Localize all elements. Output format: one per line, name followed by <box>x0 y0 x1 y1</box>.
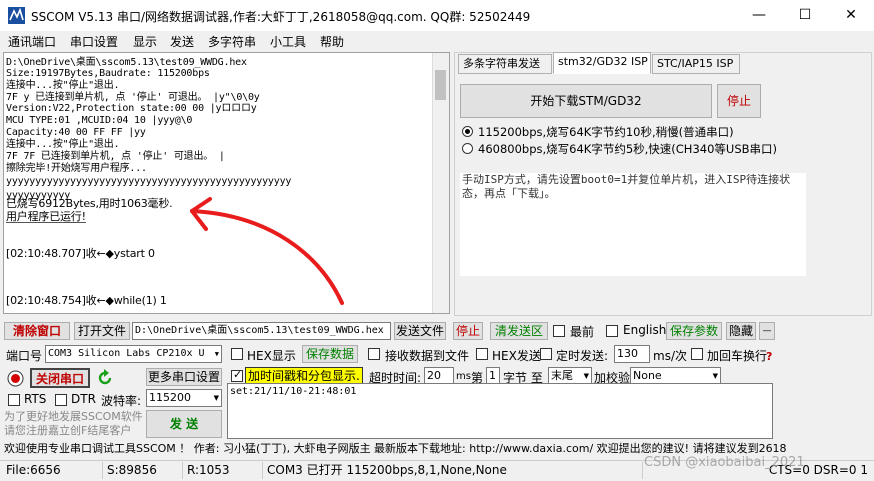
tab-multi-string[interactable]: 多条字符串发送 <box>458 54 552 74</box>
port-status-icon <box>7 370 24 387</box>
english-label: English <box>623 323 667 337</box>
dtr-label: DTR <box>71 392 96 406</box>
open-file-button[interactable]: 打开文件 <box>74 322 130 340</box>
hide-button[interactable]: 隐藏 <box>726 322 756 340</box>
receive-line: yyyyyyyyyyyyyyyyyyyyyyyyyyyyyyyyyyyyyyyy… <box>6 176 292 187</box>
receive-line: 擦除完毕!开始烧写用户程序... <box>6 163 147 174</box>
timed-send-label: 定时发送: <box>556 349 609 363</box>
clear-window-button[interactable]: 清除窗口 <box>4 322 70 340</box>
help-question-icon[interactable]: ? <box>766 350 772 363</box>
isp-hint-text: 手动ISP方式，请先设置boot0=1并复位单片机，进入ISP待连接状态，再点「… <box>460 173 806 276</box>
timestamp-checkbox[interactable] <box>231 368 243 382</box>
menu-multi-string[interactable]: 多字符串 <box>208 33 256 50</box>
send-button[interactable]: 发 送 <box>146 410 222 438</box>
baud-460800-radio[interactable] <box>462 143 473 154</box>
topmost-label: 最前 <box>570 325 595 339</box>
port-label: 端口号 <box>6 349 43 363</box>
start-download-button[interactable]: 开始下载STM/GD32 <box>460 84 712 118</box>
receive-scroll-thumb[interactable] <box>435 70 446 100</box>
receive-line: Capacity:40 00 FF FF |yy <box>6 127 146 138</box>
hex-send-label: HEX发送 <box>492 349 541 363</box>
recv-to-file-label: 接收数据到文件 <box>385 349 470 363</box>
status-port-info: COM3 已打开 115200bps,8,1,None,None <box>262 462 642 479</box>
english-checkbox[interactable] <box>606 325 618 337</box>
menu-tools[interactable]: 小工具 <box>270 33 306 50</box>
minimize-button[interactable]: — <box>736 0 782 31</box>
receive-line: MCU TYPE:01 ,MCUID:04 10 |yyy@\0 <box>6 115 193 126</box>
baud-115200-label: 115200bps,烧写64K字节约10秒,稍慢(普通串口) <box>478 125 734 139</box>
tab-stc-isp[interactable]: STC/IAP15 ISP <box>652 54 740 74</box>
receive-line: D:\OneDrive\桌面\sscom5.13\test09_WWDG.hex <box>6 57 247 68</box>
receive-line: 连接中...按"停止"退出. <box>6 139 120 150</box>
close-button[interactable]: ✕ <box>828 0 874 31</box>
topmost-checkbox[interactable] <box>553 325 565 337</box>
receive-line: Version:V22,Protection state:00 00 |yロロロ… <box>6 103 257 114</box>
save-params-button[interactable]: 保存参数 <box>666 322 722 340</box>
isp-stop-button[interactable]: 停止 <box>717 84 761 118</box>
port-select[interactable]: COM3 Silicon Labs CP210x U <box>45 345 222 363</box>
promo-text[interactable]: 为了更好地发展SSCOM软件 请您注册嘉立创F结尾客户 <box>4 410 143 438</box>
interval-unit: ms/次 <box>653 349 687 363</box>
window-title: SSCOM V5.13 串口/网络数据调试器,作者:大虾丁丁,2618058@q… <box>31 10 531 24</box>
add-newline-label: 加回车换行 <box>707 349 768 363</box>
recv-to-file-checkbox[interactable] <box>368 348 380 360</box>
hex-display-checkbox[interactable] <box>231 348 243 360</box>
maximize-button[interactable]: ☐ <box>782 0 828 31</box>
baud-460800-label: 460800bps,烧写64K字节约5秒,快速(CH340等USB串口) <box>478 142 777 156</box>
receive-line: [02:10:48.707]收←◆ystart 0 <box>6 247 155 260</box>
rts-checkbox[interactable] <box>8 394 20 406</box>
menu-comm-port[interactable]: 通讯端口 <box>8 33 56 50</box>
hex-display-label: HEX显示 <box>247 349 296 363</box>
receive-line: 7F 7F 已连接到单片机, 点 '停止' 可退出。 | <box>6 151 225 162</box>
tab-stm32-isp[interactable]: stm32/GD32 ISP <box>553 52 651 74</box>
timeout-unit: ms <box>456 371 471 382</box>
refresh-icon[interactable] <box>96 369 114 387</box>
menu-bar <box>0 31 874 51</box>
rts-label: RTS <box>24 392 47 406</box>
receive-line: 已烧写6912Bytes,用时1063毫秒. <box>6 197 173 210</box>
menu-help[interactable]: 帮助 <box>320 33 344 50</box>
menu-serial-settings[interactable]: 串口设置 <box>70 33 118 50</box>
receive-line: 连接中...按"停止"退出. <box>6 80 120 91</box>
baud-select[interactable]: 115200 <box>146 389 222 407</box>
send-textarea[interactable]: set:21/11/10-21:48:01 <box>227 383 773 439</box>
app-icon <box>8 7 25 24</box>
receive-line: 7F y 已连接到单片机, 点 '停止' 可退出。 |y"\0\0y <box>6 92 260 103</box>
menu-display[interactable]: 显示 <box>133 33 157 50</box>
interval-input[interactable]: 130 <box>614 345 650 363</box>
stop-send-button[interactable]: 停止 <box>453 322 483 340</box>
dtr-checkbox[interactable] <box>55 394 67 406</box>
send-file-button[interactable]: 发送文件 <box>394 322 446 340</box>
save-data-button[interactable]: 保存数据 <box>302 345 358 363</box>
status-file: File:6656 <box>6 463 61 477</box>
status-recv: R:1053 <box>182 462 262 479</box>
csdn-watermark: CSDN @xiaobaibai_2021 <box>644 455 805 470</box>
red-arrow-annotation <box>190 197 344 305</box>
close-port-button[interactable]: 关闭串口 <box>30 368 90 388</box>
receive-line: Size:19197Bytes,Baudrate: 115200bps <box>6 68 210 79</box>
status-sent: S:89856 <box>102 462 182 479</box>
add-newline-checkbox[interactable] <box>691 348 703 360</box>
baud-label: 波特率: <box>101 394 142 408</box>
clear-send-button[interactable]: 清发送区 <box>490 322 548 340</box>
menu-send[interactable]: 发送 <box>170 33 194 50</box>
timed-send-checkbox[interactable] <box>540 348 552 360</box>
hex-send-checkbox[interactable] <box>476 348 488 360</box>
receive-line: 用户程序已运行! <box>6 210 86 223</box>
collapse-button[interactable]: — <box>759 322 775 340</box>
baud-115200-radio[interactable] <box>462 126 473 137</box>
receive-line: [02:10:48.754]收←◆while(1) 1 <box>6 294 167 307</box>
more-settings-button[interactable]: 更多串口设置 <box>146 368 222 386</box>
file-path-input[interactable]: D:\OneDrive\桌面\sscom5.13\test09_WWDG.hex <box>132 322 391 340</box>
